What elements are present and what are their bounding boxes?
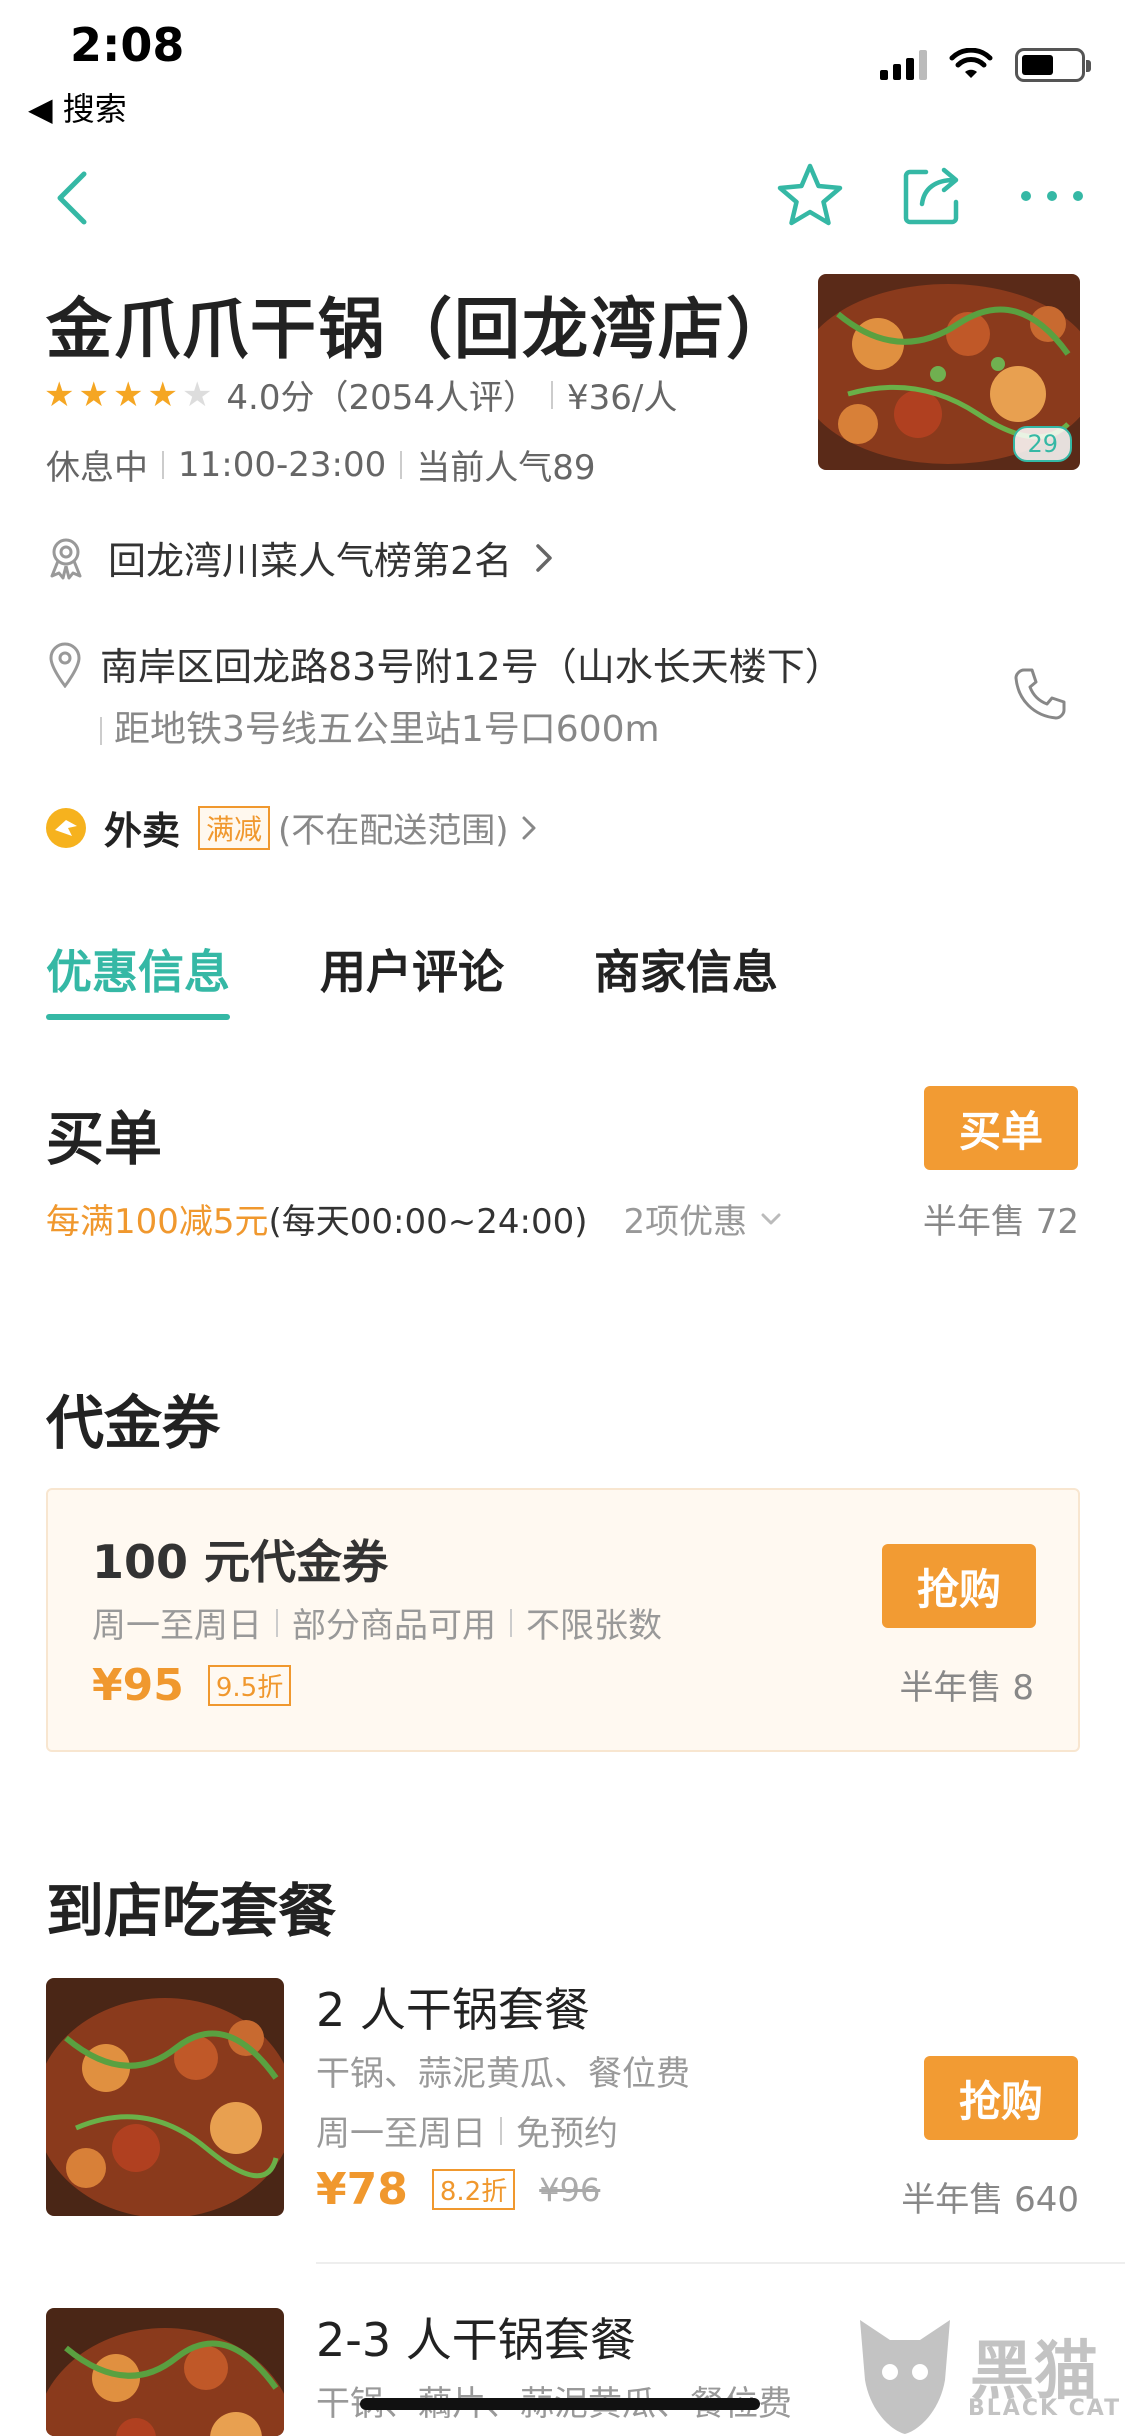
back-arrow-icon[interactable] — [48, 168, 98, 228]
chevron-down-icon — [761, 1213, 781, 1224]
delivery-discount-badge: 满减 — [198, 805, 271, 850]
star-empty-icon: ★ — [181, 374, 213, 415]
package-image[interactable] — [46, 1978, 284, 2216]
wifi-icon — [949, 48, 993, 78]
award-icon — [50, 538, 82, 579]
signal-icon — [880, 50, 927, 80]
package-discount: 8.2折 — [431, 2169, 516, 2210]
voucher-price: ¥95 — [92, 1660, 184, 1711]
location-pin-icon — [49, 642, 81, 688]
package-buy-button[interactable]: 抢购 — [924, 2056, 1078, 2140]
voucher-card[interactable]: 100 元代金券 周一至周日 部分商品可用 不限张数 ¥95 9.5折 抢购 半… — [46, 1488, 1080, 1752]
tab-offers[interactable]: 优惠信息 — [46, 936, 230, 1020]
voucher-tag: 不限张数 — [526, 1606, 662, 1646]
favorite-star-icon[interactable] — [774, 160, 846, 232]
package-title[interactable]: 2-3 人干锅套餐 — [316, 2304, 636, 2370]
status-time: 2:08 — [70, 18, 185, 72]
open-status: 休息中 — [46, 448, 148, 488]
star-icon: ★ — [147, 374, 178, 415]
battery-icon — [1015, 48, 1091, 82]
chevron-right-icon — [522, 816, 536, 839]
tab-bar: 优惠信息 用户评论 商家信息 — [46, 936, 778, 1020]
rank-link[interactable]: 回龙湾川菜人气榜第2名 — [46, 530, 556, 585]
delivery-note: (不在配送范围) — [278, 811, 509, 851]
address-text[interactable]: 南岸区回龙路83号附12号（山水长天楼下） — [100, 636, 843, 691]
voucher-tag: 部分商品可用 — [292, 1606, 496, 1646]
package-tag: 免预约 — [516, 2114, 618, 2154]
delivery-row[interactable]: 外卖 满减 (不在配送范围) — [46, 800, 539, 855]
pay-button[interactable]: 买单 — [924, 1086, 1078, 1170]
list-divider — [316, 2262, 1125, 2264]
promo-time: (每天00:00~24:00) — [268, 1202, 588, 1242]
divider — [510, 1608, 512, 1637]
package-sold-count: 半年售 640 — [901, 2180, 1079, 2220]
price-per-person: ¥36/人 — [567, 378, 678, 418]
tab-merchant-info[interactable]: 商家信息 — [594, 936, 778, 1020]
delivery-icon — [46, 807, 86, 848]
package-price-row: ¥78 8.2折 ¥96 — [316, 2164, 600, 2215]
pay-sold-count: 半年售 72 — [922, 1202, 1079, 1242]
more-icon[interactable] — [1016, 160, 1088, 232]
divider — [500, 2116, 502, 2145]
shop-photo[interactable]: 29 — [818, 274, 1080, 470]
divider — [400, 450, 403, 479]
hours-row: 休息中 11:00-23:00 当前人气89 — [46, 440, 596, 489]
package-price: ¥78 — [316, 2164, 408, 2215]
voucher-buy-button[interactable]: 抢购 — [882, 1544, 1036, 1628]
status-icons — [880, 48, 1091, 82]
photo-count-badge: 29 — [1013, 426, 1072, 462]
back-to-app-link[interactable]: ◀ 搜索 — [28, 84, 127, 130]
popularity: 当前人气89 — [416, 448, 596, 488]
divider — [276, 1608, 278, 1637]
metro-text: 距地铁3号线五公里站1号口600m — [114, 709, 660, 750]
package-tags: 周一至周日 免预约 — [316, 2106, 618, 2155]
phone-icon[interactable] — [1010, 664, 1070, 724]
voucher-price-row: ¥95 9.5折 — [92, 1660, 292, 1711]
business-hours: 11:00-23:00 — [178, 444, 387, 485]
voucher-section-title: 代金券 — [46, 1389, 221, 1457]
package-old-price: ¥96 — [539, 2170, 601, 2209]
shop-title: 金爪爪干锅（回龙湾店） — [46, 291, 794, 368]
delivery-label: 外卖 — [104, 809, 181, 853]
voucher-sold-count: 半年售 8 — [899, 1668, 1034, 1708]
pay-promo-row[interactable]: 每满100减5元 (每天00:00~24:00) 2项优惠 — [46, 1194, 783, 1243]
divider — [162, 450, 164, 479]
share-icon[interactable] — [896, 160, 968, 232]
pay-section-title: 买单 — [46, 1105, 163, 1173]
promo-highlight: 每满100减5元 — [46, 1202, 269, 1242]
watermark-logo: 黑猫 BLACK CAT — [850, 2310, 1125, 2436]
home-indicator[interactable] — [360, 2398, 760, 2410]
promo-more: 2项优惠 — [623, 1202, 748, 1242]
metro-distance: 距地铁3号线五公里站1号口600m — [100, 700, 660, 752]
package-section-title: 到店吃套餐 — [46, 1877, 337, 1945]
tab-reviews[interactable]: 用户评论 — [320, 936, 504, 1020]
rating-row: ★ ★ ★ ★ ★ 4.0分（2054人评） ¥36/人 — [44, 370, 677, 419]
package-title[interactable]: 2 人干锅套餐 — [316, 1974, 590, 2040]
rank-text: 回龙湾川菜人气榜第2名 — [108, 539, 513, 583]
voucher-tags: 周一至周日 部分商品可用 不限张数 — [92, 1598, 662, 1647]
rating-text: 4.0分（2054人评） — [226, 378, 538, 418]
voucher-name: 100 元代金券 — [92, 1535, 389, 1589]
chevron-right-icon — [536, 543, 552, 572]
divider — [551, 380, 554, 409]
star-icon: ★ — [78, 374, 109, 415]
voucher-discount: 9.5折 — [207, 1665, 292, 1706]
package-desc: 干锅、蒜泥黄瓜、餐位费 — [316, 2054, 690, 2094]
watermark-subtext: BLACK CAT — [968, 2396, 1122, 2421]
voucher-tag: 周一至周日 — [92, 1606, 262, 1646]
star-icon: ★ — [112, 374, 144, 415]
divider — [100, 717, 102, 745]
package-image[interactable] — [46, 2308, 284, 2436]
star-icon: ★ — [44, 374, 75, 415]
package-tag: 周一至周日 — [316, 2114, 486, 2154]
